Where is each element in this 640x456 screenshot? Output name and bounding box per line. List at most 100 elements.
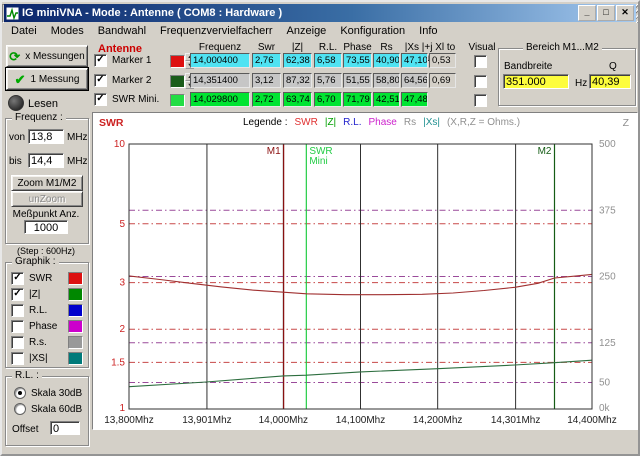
legend-rs: Rs bbox=[404, 117, 416, 128]
offset-input[interactable]: 0 bbox=[50, 421, 80, 435]
mini-swr: 2,72 bbox=[252, 92, 281, 107]
m2-rs: 58,80 bbox=[373, 73, 400, 88]
graphik-xs-row: |XS| bbox=[11, 352, 83, 365]
bereich-group: Bereich M1...M2 Bandbreite 351.000 Hz Q … bbox=[498, 48, 636, 106]
col-rs: Rs bbox=[373, 42, 400, 53]
z-checkbox[interactable]: ✓ bbox=[11, 288, 24, 301]
m2-frequenz: 14,351400 bbox=[190, 73, 250, 88]
messpunkt-input[interactable]: 1000 bbox=[24, 220, 68, 234]
title-bar[interactable]: IG miniVNA - Mode : Antenne ( COM8 : Har… bbox=[4, 4, 636, 22]
m2-z: 87,32 bbox=[283, 73, 312, 88]
mini-frequenz: 14,029800 bbox=[190, 92, 250, 107]
marker2-color-swatch bbox=[170, 75, 185, 88]
minimize-button[interactable]: _ bbox=[578, 5, 596, 21]
check-icon: ✔ bbox=[15, 73, 26, 86]
mini-rs: 42,51 bbox=[373, 92, 400, 107]
col-phase: Phase bbox=[343, 42, 372, 53]
z-tick: 500 bbox=[599, 139, 616, 150]
m1-uh: 0,53 bbox=[429, 53, 456, 68]
swr-mini-checkbox[interactable]: ✓ bbox=[94, 93, 107, 106]
graphik-phase-row: Phase bbox=[11, 320, 83, 333]
mini-phase: 71,79 bbox=[343, 92, 372, 107]
window-title: IG miniVNA - Mode : Antenne ( COM8 : Har… bbox=[22, 7, 282, 19]
unzoom-button[interactable]: unZoom bbox=[11, 191, 83, 207]
legend-swr: SWR bbox=[295, 117, 318, 128]
skala-30db-radio[interactable] bbox=[14, 387, 26, 399]
swr-tick: 1.5 bbox=[111, 357, 125, 368]
mini-visual-checkbox[interactable] bbox=[474, 94, 487, 107]
m2-rl: 5,76 bbox=[314, 73, 342, 88]
rs-checkbox[interactable] bbox=[11, 336, 24, 349]
m2-xs: 64,56 bbox=[401, 73, 428, 88]
menu-konfiguration[interactable]: Konfiguration bbox=[333, 24, 412, 38]
col-swr: Swr bbox=[252, 42, 281, 53]
marker-table: Antenne Frequenz Swr |Z| R.L. Phase Rs |… bbox=[90, 40, 640, 112]
swr-tick: 1 bbox=[119, 403, 125, 414]
chart-panel: SWR Legende : SWR |Z| R.L. Phase Rs |Xs|… bbox=[92, 112, 638, 430]
m2-visual-checkbox[interactable] bbox=[474, 75, 487, 88]
freq-tick: 14,301Mhz bbox=[491, 415, 540, 426]
rl-checkbox[interactable] bbox=[11, 304, 24, 317]
xs-color-swatch bbox=[68, 352, 83, 365]
swr-color-swatch bbox=[68, 272, 83, 285]
marker-label-swr-mini: Mini bbox=[309, 156, 327, 167]
zoom-m1-m2-button[interactable]: Zoom M1/M2 bbox=[11, 175, 83, 191]
z-tick: 250 bbox=[599, 272, 616, 283]
legend-note: (X,R,Z = Ohms.) bbox=[447, 117, 520, 128]
col-rl: R.L. bbox=[314, 42, 342, 53]
freq-tick: 13,800Mhz bbox=[104, 415, 153, 426]
swr-tick: 10 bbox=[114, 139, 126, 150]
x-messungen-button[interactable]: ⟳ x Messungen bbox=[6, 45, 88, 67]
legend-phase: Phase bbox=[369, 117, 397, 128]
freq-tick: 13,901Mhz bbox=[182, 415, 231, 426]
m1-visual-checkbox[interactable] bbox=[474, 55, 487, 68]
m1-phase: 73,55 bbox=[343, 53, 372, 68]
menu-bandwahl[interactable]: Bandwahl bbox=[91, 24, 153, 38]
z-color-swatch bbox=[68, 288, 83, 301]
bis-frequency-input[interactable]: 14,4 bbox=[28, 153, 64, 168]
m1-xs: 47,10 bbox=[401, 53, 428, 68]
z-tick: 375 bbox=[599, 205, 616, 216]
swr-tick: 5 bbox=[119, 219, 125, 230]
graphik-group: Graphik : ✓ SWR ✓ |Z| R.L. Phase bbox=[5, 262, 89, 368]
menu-info[interactable]: Info bbox=[412, 24, 444, 38]
swr-checkbox[interactable]: ✓ bbox=[11, 272, 24, 285]
freq-tick: 14,200Mhz bbox=[413, 415, 462, 426]
graphik-z-row: ✓ |Z| bbox=[11, 288, 83, 301]
messpunkt-label: Meßpunkt Anz. bbox=[6, 209, 86, 220]
marker-label-m1: M1 bbox=[267, 146, 281, 157]
skala-60db-radio[interactable] bbox=[14, 403, 26, 415]
freq-tick: 14,100Mhz bbox=[336, 415, 385, 426]
app-icon bbox=[6, 7, 19, 20]
xs-checkbox[interactable] bbox=[11, 352, 24, 365]
chart-legend: Legende : SWR |Z| R.L. Phase Rs |Xs| (X,… bbox=[243, 117, 520, 128]
maximize-button[interactable]: □ bbox=[597, 5, 615, 21]
sidebar: ⟳ x Messungen ✔ 1 Messung Lesen Frequenz… bbox=[4, 40, 90, 431]
menu-anzeige[interactable]: Anzeige bbox=[280, 24, 334, 38]
step-label: (Step : 600Hz) bbox=[4, 246, 88, 256]
lesen-led-icon[interactable] bbox=[8, 95, 24, 111]
menu-modes[interactable]: Modes bbox=[44, 24, 91, 38]
z-tick: 0k bbox=[599, 403, 611, 414]
swr-mini-toggle: ✓ SWR Mini. bbox=[94, 93, 159, 106]
legend-rl: R.L. bbox=[343, 117, 361, 128]
z-tick: 50 bbox=[599, 378, 611, 389]
menu-datei[interactable]: Datei bbox=[4, 24, 44, 38]
app-window: IG miniVNA - Mode : Antenne ( COM8 : Har… bbox=[0, 0, 640, 456]
z-tick: 125 bbox=[599, 338, 616, 349]
mini-z: 63,74 bbox=[283, 92, 312, 107]
swr-mini-color-swatch bbox=[170, 94, 185, 107]
col-frequenz: Frequenz bbox=[190, 42, 250, 53]
marker1-checkbox[interactable]: ✓ bbox=[94, 54, 107, 67]
swr-tick: 2 bbox=[119, 324, 125, 335]
graphik-rl-row: R.L. bbox=[11, 304, 83, 317]
menu-frequenzvervielfacher[interactable]: Frequenzvervielfacherr bbox=[153, 24, 280, 38]
one-messung-button[interactable]: ✔ 1 Messung bbox=[6, 68, 88, 90]
close-button[interactable]: ✕ bbox=[616, 5, 634, 21]
phase-checkbox[interactable] bbox=[11, 320, 24, 333]
mini-xs: 47,48 bbox=[401, 92, 428, 107]
q-value: 40,39 bbox=[589, 74, 631, 89]
chart-swr-axis-title: SWR bbox=[99, 117, 124, 129]
marker2-checkbox[interactable]: ✓ bbox=[94, 74, 107, 87]
von-frequency-input[interactable]: 13,8 bbox=[28, 129, 64, 144]
